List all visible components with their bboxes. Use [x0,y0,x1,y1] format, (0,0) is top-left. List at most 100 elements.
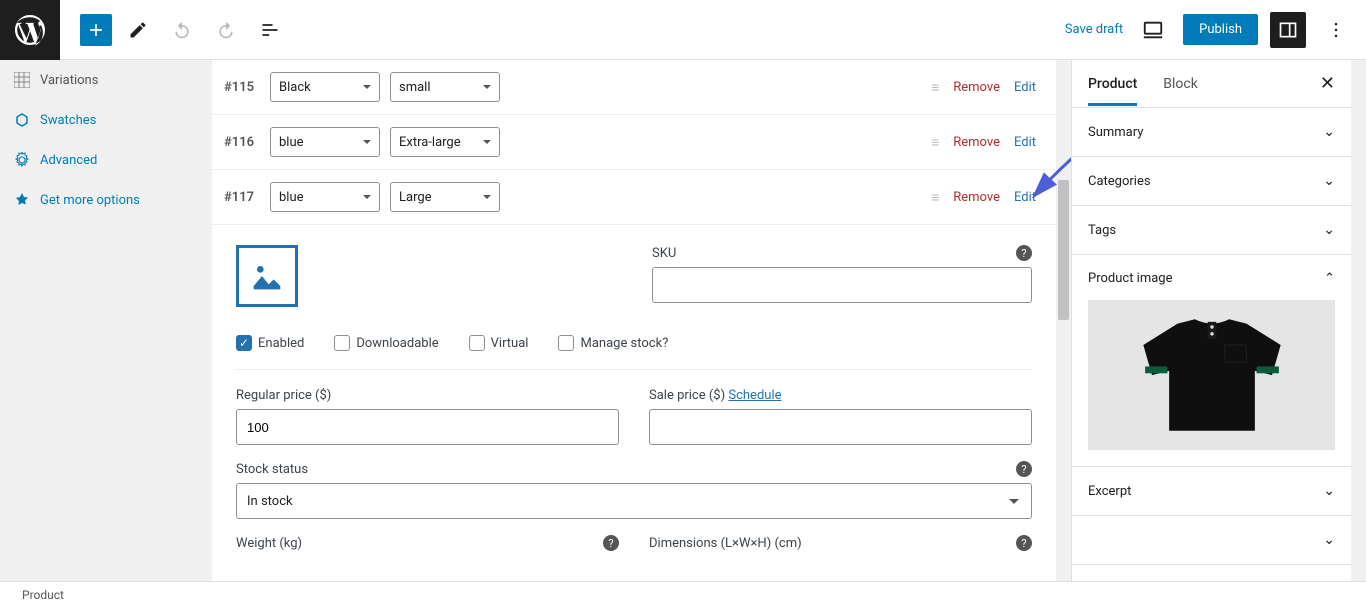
sidebar-label: Get more options [40,193,140,208]
variation-attr1-select[interactable]: blue [270,182,380,212]
undo-icon [172,20,192,40]
variation-attr2-select[interactable]: Extra-large [390,127,500,157]
image-placeholder-icon [247,256,287,296]
more-options-button[interactable] [1318,12,1354,48]
remove-variation-link[interactable]: Remove [953,135,1000,150]
panel-collapsed[interactable]: ⌄ [1072,516,1351,565]
help-icon[interactable]: ? [1016,245,1032,261]
enabled-checkbox[interactable]: Enabled [236,335,304,351]
variation-row: #115 Black small ≡ Remove Edit [212,60,1056,115]
edit-variation-link[interactable]: Edit [1014,135,1036,150]
sale-price-input[interactable] [649,409,1032,445]
shirt-image-icon [1122,315,1302,435]
sidebar-item-advanced[interactable]: Advanced [0,140,212,180]
close-sidebar-button[interactable]: ✕ [1320,73,1335,94]
variation-expanded-panel: SKU ? Enabled Downloa [212,225,1056,557]
chevron-up-icon[interactable]: ⌃ [1324,271,1335,286]
remove-variation-link[interactable]: Remove [953,190,1000,205]
weight-label: Weight (kg) [236,536,302,551]
variation-attr2-select[interactable]: small [390,72,500,102]
undo-button[interactable] [164,12,200,48]
preview-button[interactable] [1135,12,1171,48]
wordpress-icon [12,12,48,48]
sale-price-label: Sale price ($) [649,388,725,403]
help-icon[interactable]: ? [603,535,619,551]
panel-tags[interactable]: Tags ⌄ [1072,206,1351,255]
variation-attr2-select[interactable]: Large [390,182,500,212]
stock-status-select[interactable]: In stock [236,483,1032,519]
star-icon [14,192,30,208]
variation-id: #115 [224,80,260,95]
sidebar-label: Swatches [40,113,96,128]
drag-handle-icon[interactable]: ≡ [931,134,939,151]
variation-id: #117 [224,190,260,205]
editor-footer: Product [0,581,1366,607]
edit-mode-button[interactable] [120,12,156,48]
settings-sidebar-toggle[interactable] [1270,12,1306,48]
help-icon[interactable]: ? [1016,461,1032,477]
drag-handle-icon[interactable]: ≡ [931,79,939,96]
save-draft-link[interactable]: Save draft [1065,22,1123,37]
tab-block[interactable]: Block [1163,62,1198,106]
breadcrumb[interactable]: Product [22,588,64,602]
scrollbar-thumb[interactable] [1058,180,1069,320]
downloadable-checkbox[interactable]: Downloadable [334,335,438,351]
document-overview-button[interactable] [252,12,288,48]
panel-summary[interactable]: Summary ⌄ [1072,108,1351,157]
wordpress-logo[interactable] [0,0,60,60]
publish-button[interactable]: Publish [1183,14,1258,45]
variation-attr1-select[interactable]: Black [270,72,380,102]
table-icon [14,72,30,88]
pencil-icon [128,20,148,40]
schedule-link[interactable]: Schedule [728,388,781,403]
variation-options-row: Enabled Downloadable Virtual Manage [236,323,1032,370]
panel-excerpt[interactable]: Excerpt ⌄ [1072,467,1351,516]
variation-row: #117 blue Large ≡ Remove Edit [212,170,1056,225]
sidebar-item-swatches[interactable]: Swatches [0,100,212,140]
help-icon[interactable]: ? [1016,535,1032,551]
kebab-icon [1326,20,1346,40]
tab-product[interactable]: Product [1088,62,1137,106]
dimensions-label: Dimensions (L×W×H) (cm) [649,536,802,551]
add-block-button[interactable] [80,14,112,46]
chevron-down-icon: ⌄ [1323,173,1335,189]
settings-sidebar: Product Block ✕ Summary ⌄ Categories ⌄ T… [1071,60,1351,581]
sidebar-label: Variations [40,73,98,88]
edit-variation-link[interactable]: Edit [1014,190,1036,205]
variation-id: #116 [224,135,260,150]
overview-icon [260,20,280,40]
settings-tabs: Product Block ✕ [1072,60,1351,108]
outer-scrollbar[interactable] [1351,60,1366,581]
plus-icon [86,20,106,40]
scrollbar[interactable] [1056,60,1071,581]
variation-row: #116 blue Extra-large ≡ Remove Edit [212,115,1056,170]
stock-status-label: Stock status [236,462,308,477]
drag-handle-icon[interactable]: ≡ [931,189,939,206]
sidebar-label: Advanced [40,153,97,168]
sku-label: SKU [652,246,676,261]
product-image-thumbnail[interactable] [1088,300,1335,450]
chevron-down-icon: ⌄ [1323,124,1335,140]
virtual-checkbox[interactable]: Virtual [469,335,529,351]
variation-image-upload[interactable] [236,245,298,307]
checkbox-icon [334,335,350,351]
variation-attr1-select[interactable]: blue [270,127,380,157]
swatches-icon [14,112,30,128]
edit-variation-link[interactable]: Edit [1014,80,1036,95]
panel-product-image: Product image ⌃ [1072,255,1351,467]
sidebar-item-more-options[interactable]: Get more options [0,180,212,220]
sidebar-icon [1278,20,1298,40]
editor-canvas: #115 Black small ≡ Remove Edit #116 blue… [212,60,1071,581]
sidebar-item-variations[interactable]: Variations [0,60,212,100]
chevron-down-icon: ⌄ [1323,532,1335,548]
sku-input[interactable] [652,267,1032,303]
chevron-down-icon: ⌄ [1323,222,1335,238]
gear-icon [14,152,30,168]
chevron-down-icon: ⌄ [1323,483,1335,499]
regular-price-input[interactable] [236,409,619,445]
panel-categories[interactable]: Categories ⌄ [1072,157,1351,206]
remove-variation-link[interactable]: Remove [953,80,1000,95]
manage-stock-checkbox[interactable]: Manage stock? [558,335,668,351]
redo-button[interactable] [208,12,244,48]
top-toolbar: Save draft Publish [0,0,1366,60]
